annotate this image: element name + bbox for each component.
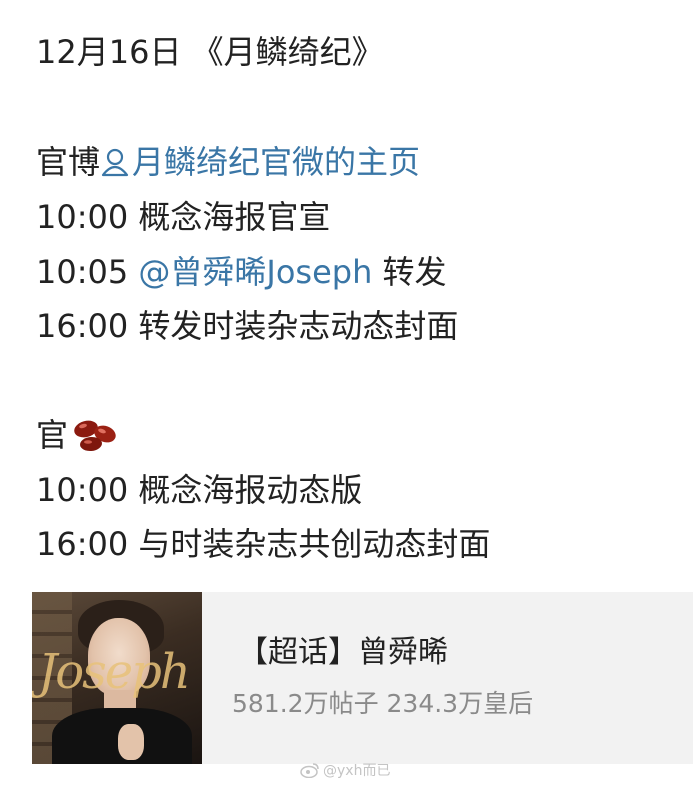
schedule-line: 10:00 概念海报官宣 <box>36 197 330 237</box>
card-title: 【超话】曾舜晞 <box>238 635 448 670</box>
post-header: 12月16日 《月鳞绮纪》 <box>36 33 384 71</box>
event-text: 转发时装杂志动态封面 <box>128 307 459 345</box>
watermark-text: @yxh而已 <box>323 763 391 779</box>
super-topic-card[interactable]: Joseph 【超话】曾舜晞 581.2万帖子 234.3万皇后 <box>32 592 693 764</box>
red-bean-emoji-icon <box>72 418 118 461</box>
schedule-line: 10:00 概念海报动态版 <box>36 470 362 510</box>
event-text: 转发 <box>372 253 447 291</box>
section-label: 官 <box>36 416 69 454</box>
official-homepage-link[interactable]: 月鳞绮纪官微的主页 <box>100 143 420 181</box>
event-text: 与时装杂志共创动态封面 <box>128 525 491 563</box>
time-label: 10:00 <box>36 198 129 236</box>
schedule-line: 16:00 转发时装杂志动态封面 <box>36 306 458 346</box>
section-official-weibo: 官博 月鳞绮纪官微的主页 <box>36 142 420 186</box>
link-label: 月鳞绮纪官微的主页 <box>132 143 421 181</box>
thumbnail-logo: Joseph <box>38 644 191 700</box>
weibo-icon <box>300 762 320 783</box>
card-stats: 581.2万帖子 234.3万皇后 <box>232 689 534 718</box>
schedule-line: 10:05 @曾舜晞Joseph 转发 <box>36 252 447 292</box>
time-label: 16:00 <box>36 307 129 345</box>
event-text: 概念海报动态版 <box>128 471 363 509</box>
time-label: 10:00 <box>36 471 129 509</box>
time-label: 16:00 <box>36 525 129 563</box>
watermark: @yxh而已 <box>300 762 390 783</box>
schedule-line: 16:00 与时装杂志共创动态封面 <box>36 524 490 564</box>
mention-link[interactable]: @曾舜晞Joseph <box>128 253 372 291</box>
section-official-bean: 官 <box>36 415 118 461</box>
event-text: 概念海报官宣 <box>128 198 331 236</box>
user-icon <box>100 146 130 186</box>
card-thumbnail: Joseph <box>32 592 202 764</box>
section-label: 官博 <box>36 143 101 181</box>
time-label: 10:05 <box>36 253 129 291</box>
